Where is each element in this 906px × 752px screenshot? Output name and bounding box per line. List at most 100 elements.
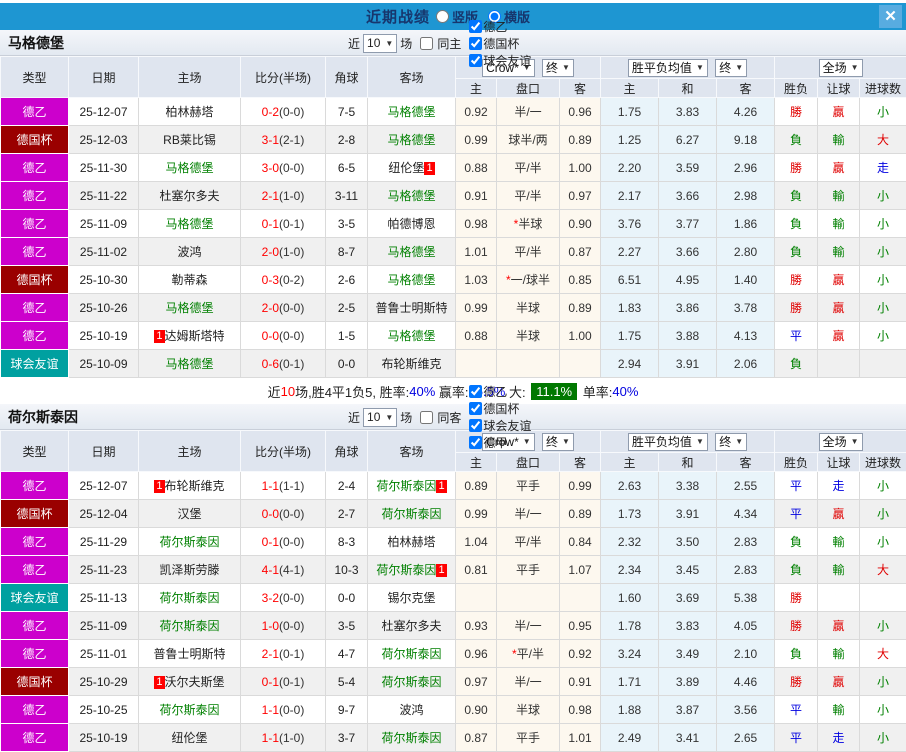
match-date: 25-11-09 — [69, 612, 139, 640]
result-goals — [860, 350, 906, 378]
home-team: 荷尔斯泰因 — [139, 584, 241, 612]
match-date: 25-12-03 — [69, 126, 139, 154]
table-body: 德乙25-12-07柏林赫塔0-2(0-0)7-5马格德堡0.92半/一0.96… — [1, 98, 906, 378]
home-team: 纽伦堡 — [139, 724, 241, 752]
col-type: 类型 — [1, 431, 69, 472]
vertical-radio[interactable] — [436, 10, 449, 23]
summary-segment: 40% — [612, 384, 638, 399]
league-type: 德乙 — [1, 696, 69, 724]
same-venue-checkbox[interactable] — [420, 411, 433, 424]
league-filter[interactable]: 德乙 — [464, 18, 531, 35]
odds-home: 1.04 — [456, 528, 497, 556]
league-type: 德国杯 — [1, 500, 69, 528]
fulltime-score: 1-1 — [262, 479, 279, 493]
match-row: 德乙25-11-09荷尔斯泰因1-0(0-0)3-5杜塞尔多夫0.93半/一0.… — [1, 612, 906, 640]
league-type: 德乙 — [1, 472, 69, 500]
league-filter[interactable]: 球会友谊 — [464, 417, 531, 434]
odds-away: 0.92 — [560, 640, 601, 668]
games-label: 场 — [400, 35, 412, 52]
match-count-select[interactable]: 10 ▼ — [363, 34, 397, 53]
odds-handicap: 球半/两 — [497, 126, 560, 154]
team-name-text: 荷尔斯泰因 — [381, 731, 441, 745]
result-wdl: 勝 — [775, 154, 818, 182]
home-team: 1布轮斯维克 — [139, 472, 241, 500]
result-handicap: 走 — [818, 472, 860, 500]
home-team: 波鸿 — [139, 238, 241, 266]
result-wdl: 勝 — [775, 294, 818, 322]
league-checkbox[interactable] — [469, 402, 482, 415]
league-filter[interactable]: 球会友谊 — [464, 52, 531, 69]
odds-handicap: 平手 — [497, 556, 560, 584]
team-name-text: 杜塞尔多夫 — [159, 189, 219, 203]
result-goals: 小 — [860, 238, 906, 266]
league-filter[interactable]: 德甲 — [464, 434, 531, 451]
avg-time-select[interactable]: 终▼ — [715, 433, 747, 451]
sections-container: 马格德堡 近 10 ▼ 场 同主 德乙德国杯球会友谊 — [0, 30, 906, 752]
league-checkbox[interactable] — [469, 419, 482, 432]
team-name-text: 柏林赫塔 — [165, 105, 213, 119]
avg-time-select[interactable]: 终▼ — [715, 59, 747, 77]
avg-type-select[interactable]: 胜平负均值▼ — [628, 433, 708, 451]
avg-away: 2.96 — [717, 154, 775, 182]
result-handicap: 贏 — [818, 322, 860, 350]
halftime-score: (0-0) — [279, 703, 304, 717]
same-venue-filter[interactable]: 同主 — [415, 35, 464, 52]
odds-home — [456, 350, 497, 378]
same-venue-checkbox[interactable] — [420, 37, 433, 50]
match-row: 德乙25-11-01普鲁士明斯特2-1(0-1)4-7荷尔斯泰因0.96*平/半… — [1, 640, 906, 668]
team-header-bar: 荷尔斯泰因 近 10 ▼ 场 同客 德乙德国杯球会友谊德甲 — [0, 404, 906, 430]
avg-draw: 3.45 — [659, 556, 717, 584]
avg-draw: 3.88 — [659, 322, 717, 350]
corner-score: 0-0 — [326, 350, 368, 378]
league-filter-group: 德乙德国杯球会友谊 — [464, 18, 531, 69]
result-goals: 小 — [860, 472, 906, 500]
chevron-down-icon: ▼ — [562, 63, 570, 72]
avg-away: 2.98 — [717, 182, 775, 210]
odds-away: 0.91 — [560, 668, 601, 696]
col-avg-away: 客 — [717, 453, 775, 472]
league-checkbox[interactable] — [469, 20, 482, 33]
league-filter[interactable]: 德国杯 — [464, 400, 531, 417]
result-goals: 小 — [860, 500, 906, 528]
fulltime-score: 0-6 — [262, 357, 279, 371]
col-type: 类型 — [1, 57, 69, 98]
close-button[interactable]: ✕ — [879, 5, 902, 28]
odds-time-select[interactable]: 终▼ — [542, 433, 574, 451]
halftime-score: (0-1) — [279, 675, 304, 689]
match-date: 25-11-23 — [69, 556, 139, 584]
result-wdl: 負 — [775, 556, 818, 584]
corner-score: 9-7 — [326, 696, 368, 724]
league-checkbox[interactable] — [469, 37, 482, 50]
home-team: 马格德堡 — [139, 294, 241, 322]
corner-score: 2-7 — [326, 500, 368, 528]
league-checkbox[interactable] — [469, 436, 482, 449]
period-select[interactable]: 全场▼ — [819, 59, 863, 77]
avg-type-select[interactable]: 胜平负均值▼ — [628, 59, 708, 77]
match-count-value: 10 — [367, 36, 380, 50]
result-handicap: 輸 — [818, 640, 860, 668]
red-card-badge: 1 — [154, 676, 164, 689]
league-filter[interactable]: 德乙 — [464, 383, 531, 400]
league-checkbox-label: 德国杯 — [483, 35, 519, 52]
asterisk-mark: * — [506, 273, 511, 287]
same-venue-filter[interactable]: 同客 — [415, 409, 464, 426]
result-wdl: 負 — [775, 350, 818, 378]
chevron-down-icon: ▼ — [696, 437, 704, 446]
odds-handicap: *平/半 — [497, 640, 560, 668]
col-away: 客场 — [368, 431, 456, 472]
result-goals: 小 — [860, 612, 906, 640]
league-filter[interactable]: 德国杯 — [464, 35, 531, 52]
table-header: 类型 日期 主场 比分(半场) 角球 客场 Crow*▼ 终▼ 胜平负均值▼ 终… — [1, 431, 906, 472]
result-goals: 小 — [860, 528, 906, 556]
match-row: 德国杯25-12-04汉堡0-0(0-0)2-7荷尔斯泰因0.99半/一0.89… — [1, 500, 906, 528]
result-goals: 小 — [860, 322, 906, 350]
avg-home: 3.76 — [601, 210, 659, 238]
team-name-text: 锡尔克堡 — [387, 591, 435, 605]
odds-time-select[interactable]: 终▼ — [542, 59, 574, 77]
league-checkbox[interactable] — [469, 54, 482, 67]
match-count-select[interactable]: 10 ▼ — [363, 408, 397, 427]
league-checkbox[interactable] — [469, 385, 482, 398]
period-select[interactable]: 全场▼ — [819, 433, 863, 451]
match-score: 0-2(0-0) — [241, 98, 326, 126]
team-name-text: 马格德堡 — [387, 329, 435, 343]
